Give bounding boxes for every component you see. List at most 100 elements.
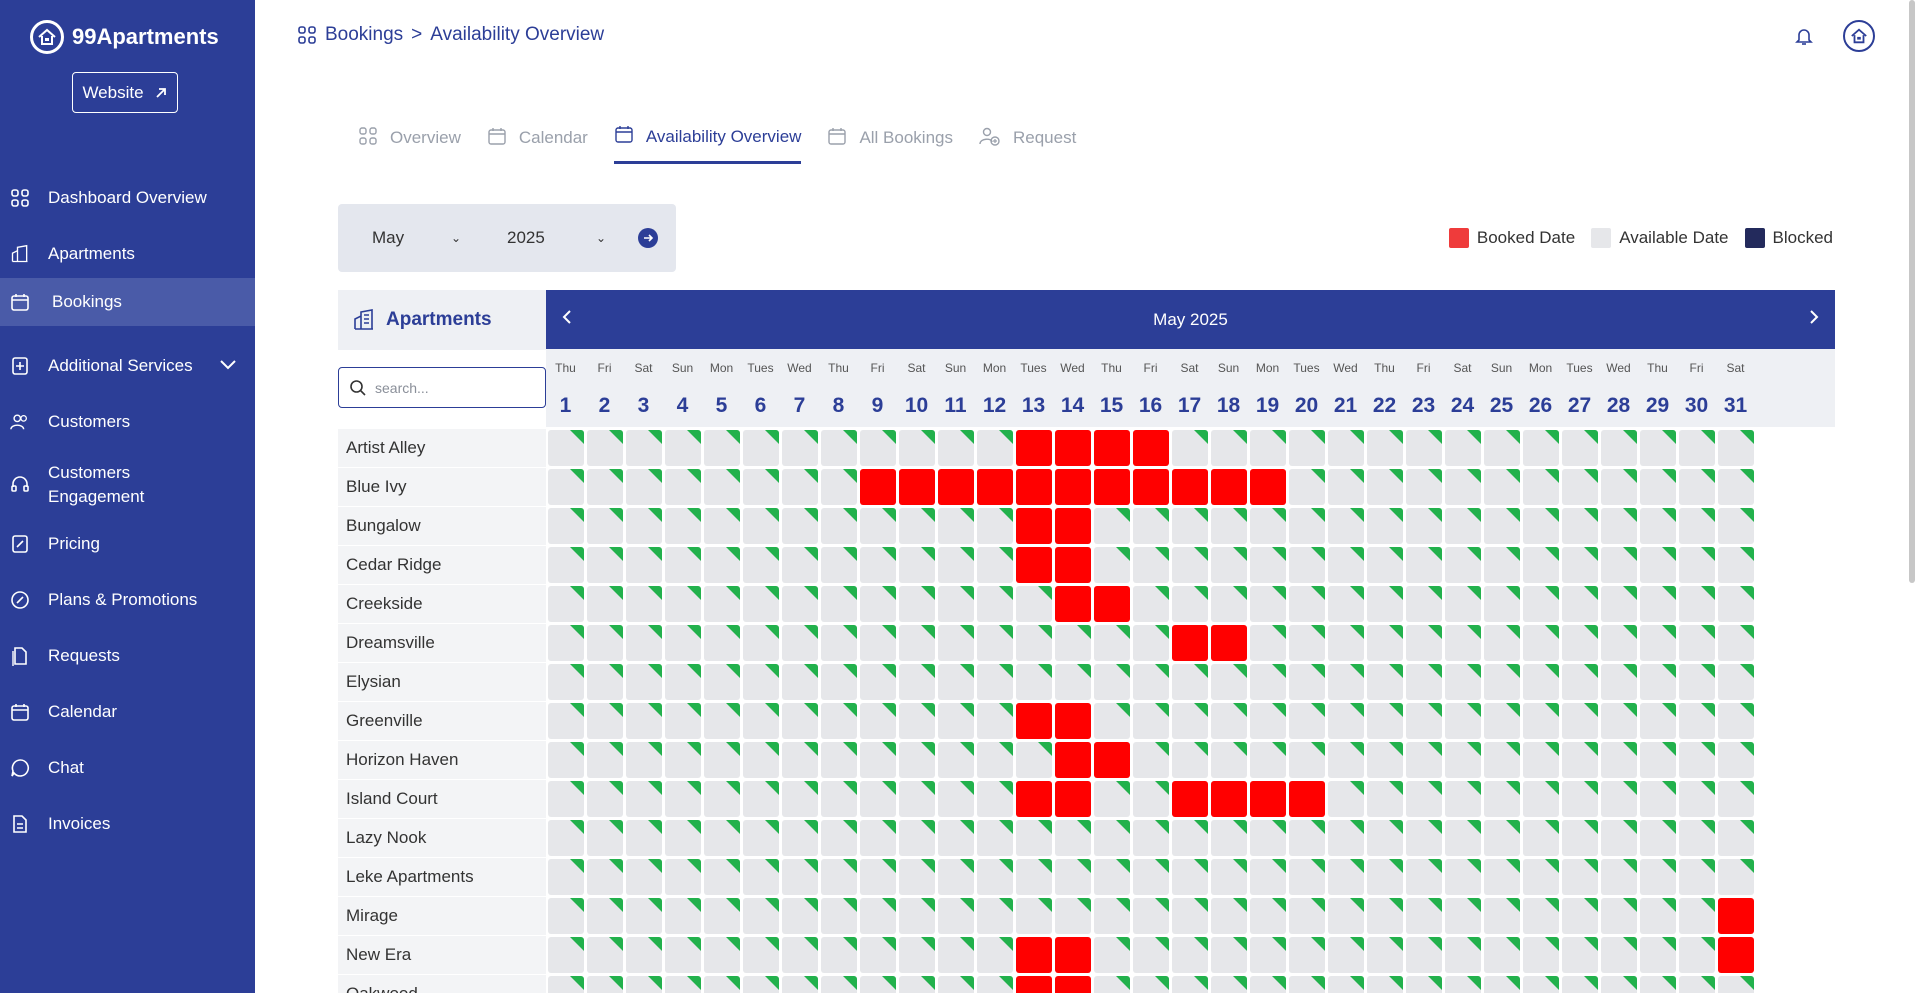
available-date-cell[interactable]	[1679, 469, 1715, 505]
available-date-cell[interactable]	[665, 508, 701, 544]
available-date-cell[interactable]	[626, 742, 662, 778]
available-date-cell[interactable]	[782, 625, 818, 661]
available-date-cell[interactable]	[743, 703, 779, 739]
available-date-cell[interactable]	[1328, 508, 1364, 544]
available-date-cell[interactable]	[1445, 742, 1481, 778]
available-date-cell[interactable]	[1523, 664, 1559, 700]
sidebar-item-additional-services[interactable]: Additional Services	[0, 338, 255, 394]
available-date-cell[interactable]	[860, 703, 896, 739]
available-date-cell[interactable]	[1523, 898, 1559, 934]
available-date-cell[interactable]	[782, 820, 818, 856]
available-date-cell[interactable]	[782, 898, 818, 934]
tab-request[interactable]: Request	[979, 120, 1076, 164]
available-date-cell[interactable]	[1172, 859, 1208, 895]
available-date-cell[interactable]	[704, 898, 740, 934]
available-date-cell[interactable]	[587, 703, 623, 739]
available-date-cell[interactable]	[1406, 898, 1442, 934]
available-date-cell[interactable]	[1562, 430, 1598, 466]
available-date-cell[interactable]	[665, 781, 701, 817]
available-date-cell[interactable]	[1211, 859, 1247, 895]
sidebar-item-apartments[interactable]: Apartments	[0, 226, 255, 282]
available-date-cell[interactable]	[782, 547, 818, 583]
available-date-cell[interactable]	[1172, 820, 1208, 856]
available-date-cell[interactable]	[821, 937, 857, 973]
available-date-cell[interactable]	[1562, 508, 1598, 544]
available-date-cell[interactable]	[1250, 859, 1286, 895]
available-date-cell[interactable]	[1094, 898, 1130, 934]
available-date-cell[interactable]	[704, 937, 740, 973]
available-date-cell[interactable]	[1367, 508, 1403, 544]
brand[interactable]: 99Apartments	[30, 20, 219, 54]
available-date-cell[interactable]	[548, 781, 584, 817]
available-date-cell[interactable]	[704, 586, 740, 622]
available-date-cell[interactable]	[665, 859, 701, 895]
available-date-cell[interactable]	[1523, 469, 1559, 505]
available-date-cell[interactable]	[899, 781, 935, 817]
available-date-cell[interactable]	[1601, 937, 1637, 973]
available-date-cell[interactable]	[1484, 742, 1520, 778]
booked-date-cell[interactable]	[1016, 703, 1052, 739]
available-date-cell[interactable]	[1640, 742, 1676, 778]
available-date-cell[interactable]	[1094, 820, 1130, 856]
available-date-cell[interactable]	[1172, 586, 1208, 622]
available-date-cell[interactable]	[1523, 703, 1559, 739]
chevron-left-icon[interactable]	[560, 307, 574, 332]
website-button[interactable]: Website	[72, 72, 178, 113]
available-date-cell[interactable]	[587, 937, 623, 973]
available-date-cell[interactable]	[899, 937, 935, 973]
chevron-down-icon[interactable]	[219, 356, 237, 376]
available-date-cell[interactable]	[1601, 508, 1637, 544]
available-date-cell[interactable]	[1328, 898, 1364, 934]
available-date-cell[interactable]	[626, 586, 662, 622]
available-date-cell[interactable]	[782, 859, 818, 895]
available-date-cell[interactable]	[587, 820, 623, 856]
tab-overview[interactable]: Overview	[358, 120, 461, 164]
available-date-cell[interactable]	[548, 937, 584, 973]
available-date-cell[interactable]	[860, 742, 896, 778]
available-date-cell[interactable]	[1484, 820, 1520, 856]
available-date-cell[interactable]	[1016, 625, 1052, 661]
available-date-cell[interactable]	[977, 664, 1013, 700]
available-date-cell[interactable]	[1328, 976, 1364, 993]
available-date-cell[interactable]	[1250, 976, 1286, 993]
available-date-cell[interactable]	[977, 703, 1013, 739]
booked-date-cell[interactable]	[1016, 469, 1052, 505]
available-date-cell[interactable]	[860, 859, 896, 895]
available-date-cell[interactable]	[1367, 703, 1403, 739]
available-date-cell[interactable]	[1133, 703, 1169, 739]
month-select[interactable]: May ⌄	[338, 204, 483, 272]
available-date-cell[interactable]	[626, 898, 662, 934]
available-date-cell[interactable]	[626, 976, 662, 993]
available-date-cell[interactable]	[860, 625, 896, 661]
available-date-cell[interactable]	[1601, 625, 1637, 661]
available-date-cell[interactable]	[1601, 664, 1637, 700]
available-date-cell[interactable]	[1094, 937, 1130, 973]
available-date-cell[interactable]	[1679, 976, 1715, 993]
apartment-row[interactable]: Leke Apartments	[338, 858, 546, 897]
available-date-cell[interactable]	[1094, 625, 1130, 661]
available-date-cell[interactable]	[899, 859, 935, 895]
available-date-cell[interactable]	[938, 976, 974, 993]
available-date-cell[interactable]	[938, 781, 974, 817]
available-date-cell[interactable]	[1445, 898, 1481, 934]
available-date-cell[interactable]	[1289, 820, 1325, 856]
available-date-cell[interactable]	[1562, 547, 1598, 583]
available-date-cell[interactable]	[977, 898, 1013, 934]
avatar[interactable]	[1843, 20, 1875, 52]
available-date-cell[interactable]	[938, 898, 974, 934]
available-date-cell[interactable]	[1133, 586, 1169, 622]
available-date-cell[interactable]	[1523, 859, 1559, 895]
available-date-cell[interactable]	[1445, 937, 1481, 973]
available-date-cell[interactable]	[1718, 625, 1754, 661]
available-date-cell[interactable]	[1562, 898, 1598, 934]
available-date-cell[interactable]	[860, 508, 896, 544]
available-date-cell[interactable]	[1172, 508, 1208, 544]
available-date-cell[interactable]	[704, 703, 740, 739]
booked-date-cell[interactable]	[977, 469, 1013, 505]
available-date-cell[interactable]	[1055, 664, 1091, 700]
available-date-cell[interactable]	[1679, 430, 1715, 466]
available-date-cell[interactable]	[821, 742, 857, 778]
available-date-cell[interactable]	[821, 469, 857, 505]
available-date-cell[interactable]	[548, 430, 584, 466]
available-date-cell[interactable]	[665, 898, 701, 934]
